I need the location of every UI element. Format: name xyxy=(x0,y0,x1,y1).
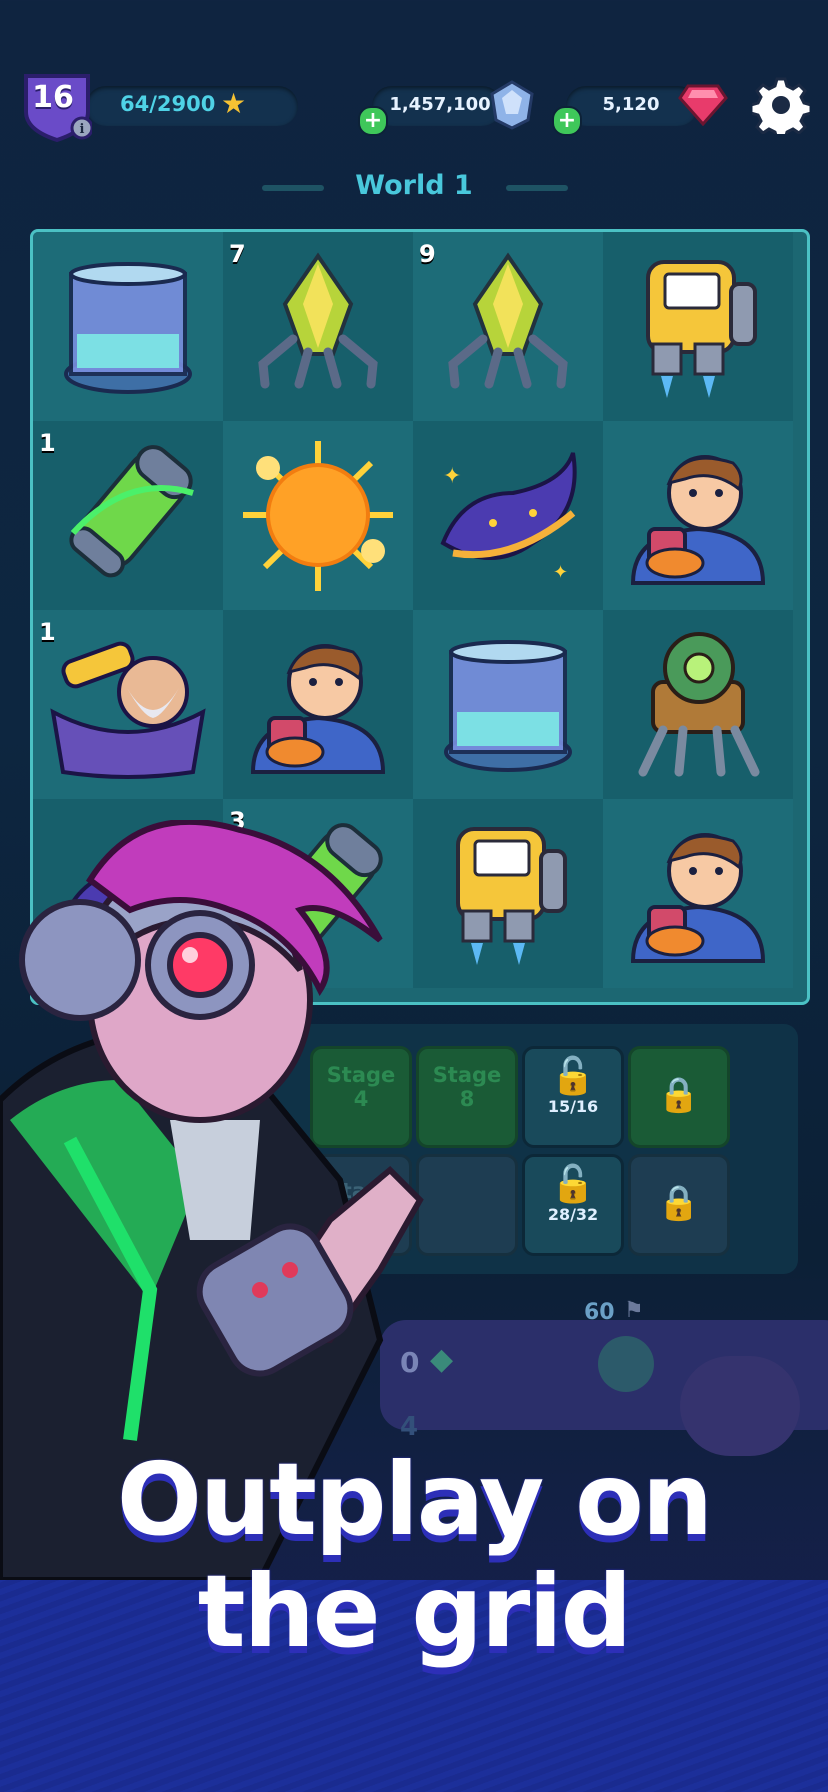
grid-cell[interactable]: ✦ ✦ xyxy=(413,421,603,610)
grid-cell[interactable] xyxy=(223,610,413,799)
sun-icon xyxy=(243,441,393,591)
gem-icon xyxy=(678,84,728,126)
cryo-tank-icon xyxy=(64,262,192,394)
locked-stage-button[interactable]: 🔒 xyxy=(628,1046,730,1148)
grid-cell[interactable] xyxy=(603,799,793,988)
unlock-icon: 🔓 xyxy=(550,1164,596,1205)
unlock-progress: 28/32 xyxy=(547,1205,599,1224)
grid-cell[interactable]: 7 xyxy=(223,232,413,421)
settings-gear-icon[interactable] xyxy=(752,76,810,134)
headline-line-1: Outplay on xyxy=(116,1441,713,1558)
world-title: World 1 xyxy=(355,170,473,201)
crystal-drone-icon xyxy=(448,252,568,389)
jetpack-icon xyxy=(646,260,757,398)
astronomer-icon xyxy=(50,641,206,779)
kid-with-jar-icon xyxy=(630,833,766,963)
svg-text:i: i xyxy=(80,122,85,137)
nebula-icon: ✦✦ xyxy=(440,452,577,583)
level-number: 16 xyxy=(32,80,74,115)
kid-with-jar-icon xyxy=(630,455,766,585)
crystal-drone-icon xyxy=(258,252,378,389)
headline-line-2: the grid xyxy=(197,1553,632,1670)
unlock-stage-button[interactable]: 🔓 28/32 xyxy=(522,1154,624,1256)
lock-icon: 🔒 xyxy=(657,1183,701,1223)
kid-with-jar-icon xyxy=(250,644,386,774)
finish-flag-icon: ⚑ xyxy=(624,1298,644,1323)
grid-cell[interactable]: 1 xyxy=(33,421,223,610)
lock-icon: 🔒 xyxy=(657,1075,701,1115)
add-coins-button[interactable]: + xyxy=(358,106,388,136)
grid-cell[interactable] xyxy=(33,232,223,421)
plant-capsule-icon xyxy=(69,445,194,578)
svg-text:✦: ✦ xyxy=(553,562,568,583)
svg-text:✦: ✦ xyxy=(443,464,461,489)
hint-card-button[interactable] xyxy=(598,1336,654,1392)
xp-counter: 64/2900 xyxy=(120,92,216,116)
robot-walker-icon xyxy=(638,632,760,777)
grid-cell[interactable] xyxy=(603,421,793,610)
cryo-tank-icon xyxy=(444,640,572,772)
grid-cell[interactable] xyxy=(603,610,793,799)
unlock-icon: 🔓 xyxy=(550,1056,596,1097)
distance-counter: 60 xyxy=(584,1300,615,1325)
grid-cell[interactable]: 9 xyxy=(413,232,603,421)
locked-stage-button[interactable]: 🔒 xyxy=(628,1154,730,1256)
grid-cell[interactable] xyxy=(413,610,603,799)
add-gems-button[interactable]: + xyxy=(552,106,582,136)
unlock-stage-button[interactable]: 🔓 15/16 xyxy=(522,1046,624,1148)
coins-counter: 1,457,100 xyxy=(389,94,491,115)
unlock-progress: 15/16 xyxy=(547,1097,599,1116)
blue-crystal-icon xyxy=(490,80,534,130)
grid-cell[interactable]: 1 xyxy=(33,610,223,799)
grid-cell[interactable] xyxy=(603,232,793,421)
grid-cell[interactable] xyxy=(223,421,413,610)
star-icon: ★ xyxy=(221,87,247,120)
gems-counter: 5,120 xyxy=(602,94,660,115)
